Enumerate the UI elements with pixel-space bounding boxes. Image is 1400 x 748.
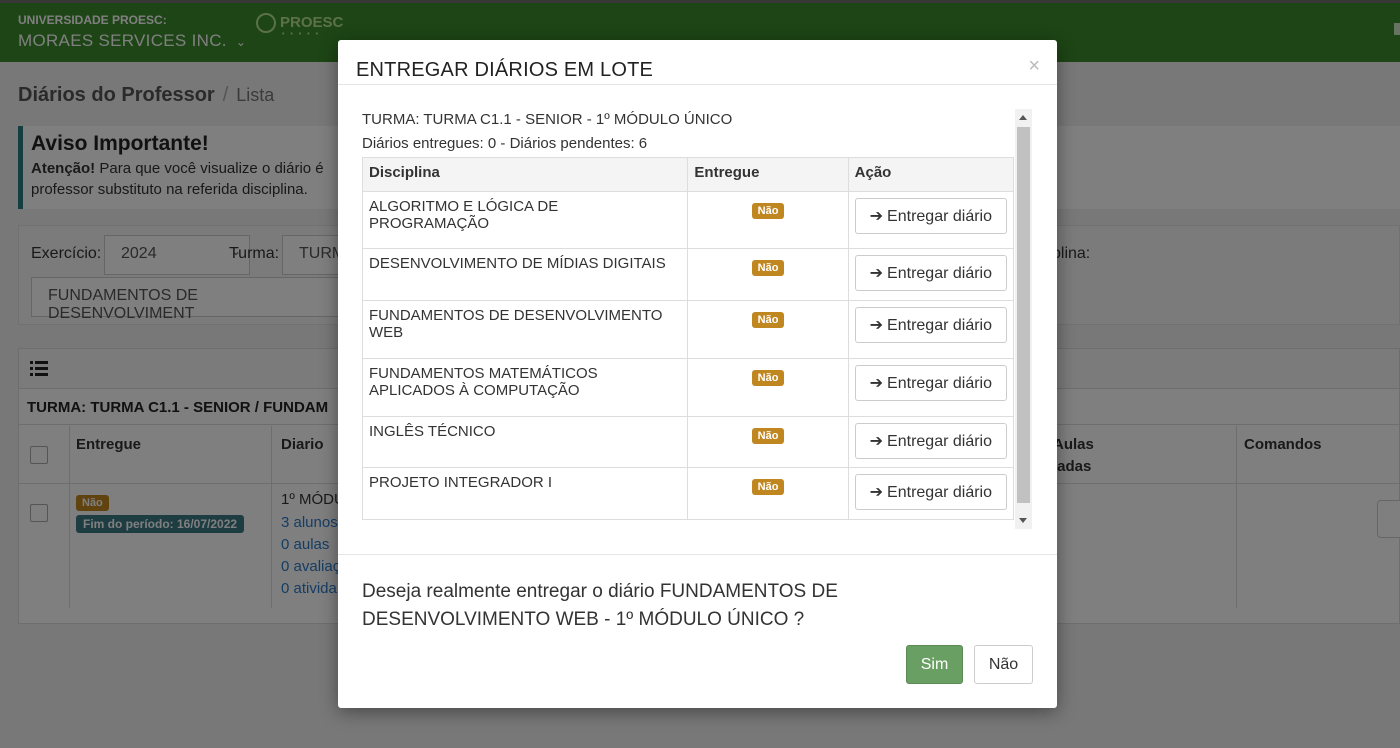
table-header-row: Disciplina Entregue Ação [362, 157, 1015, 192]
status-badge: Não [751, 428, 785, 444]
close-icon[interactable]: × [1028, 55, 1040, 78]
col-acao: Ação [847, 157, 1015, 192]
modal-divider [338, 554, 1057, 555]
batch-delivery-modal: ENTREGAR DIÁRIOS EM LOTE × TURMA: TURMA … [338, 40, 1057, 708]
deliver-diary-button[interactable]: ➔ Entregar diário [854, 198, 1007, 234]
table-row: DESENVOLVIMENTO DE MÍDIAS DIGITAIS Não ➔… [362, 248, 1015, 301]
discipline-name: INGLÊS TÉCNICO [362, 416, 689, 468]
col-disciplina: Disciplina [362, 157, 689, 192]
status-badge: Não [751, 203, 785, 219]
discipline-name: DESENVOLVIMENTO DE MÍDIAS DIGITAIS [362, 248, 689, 301]
delivered-cell: Não [687, 416, 849, 468]
action-cell: ➔ Entregar diário [847, 191, 1015, 249]
scroll-down-icon[interactable] [1019, 518, 1027, 523]
table-row: INGLÊS TÉCNICO Não ➔ Entregar diário [362, 416, 1015, 468]
confirm-message: Deseja realmente entregar o diário FUNDA… [362, 581, 838, 630]
table-row: FUNDAMENTOS MATEMÁTICOS APLICADOS À COMP… [362, 358, 1015, 417]
discipline-name: PROJETO INTEGRADOR I [362, 467, 689, 520]
delivered-cell: Não [687, 467, 849, 520]
action-cell: ➔ Entregar diário [847, 416, 1015, 468]
action-cell: ➔ Entregar diário [847, 300, 1015, 359]
confirm-no-button[interactable]: Não [974, 645, 1033, 684]
status-badge: Não [751, 370, 785, 386]
scrollbar-thumb[interactable] [1017, 127, 1030, 503]
modal-scrollbar[interactable] [1015, 109, 1032, 529]
arrow-right-icon: ➔ [869, 317, 884, 334]
discipline-name: ALGORITMO E LÓGICA DE PROGRAMAÇÃO [362, 191, 689, 249]
modal-title: ENTREGAR DIÁRIOS EM LOTE [356, 59, 654, 81]
arrow-right-icon: ➔ [869, 484, 884, 501]
arrow-right-icon: ➔ [869, 265, 884, 282]
discipline-name: FUNDAMENTOS MATEMÁTICOS APLICADOS À COMP… [362, 358, 689, 417]
status-badge: Não [751, 260, 785, 276]
action-cell: ➔ Entregar diário [847, 248, 1015, 301]
status-badge: Não [751, 479, 785, 495]
confirm-yes-button[interactable]: Sim [906, 645, 963, 684]
delivery-summary: Diários entregues: 0 - Diários pendentes… [362, 135, 648, 152]
action-cell: ➔ Entregar diário [847, 358, 1015, 417]
table-row: FUNDAMENTOS DE DESENVOLVIMENTO WEB Não ➔… [362, 300, 1015, 359]
disciplines-table: Disciplina Entregue Ação ALGORITMO E LÓG… [362, 157, 1015, 520]
deliver-diary-button[interactable]: ➔ Entregar diário [854, 474, 1007, 510]
status-badge: Não [751, 312, 785, 328]
col-entregue: Entregue [687, 157, 849, 192]
delivered-cell: Não [687, 191, 849, 249]
arrow-right-icon: ➔ [869, 208, 884, 225]
deliver-diary-button[interactable]: ➔ Entregar diário [854, 365, 1007, 401]
scroll-up-icon[interactable] [1019, 115, 1027, 120]
delivered-cell: Não [687, 358, 849, 417]
modal-scroll-area[interactable]: TURMA: TURMA C1.1 - SENIOR - 1º MÓDULO Ú… [362, 109, 1032, 529]
delivered-cell: Não [687, 300, 849, 359]
deliver-diary-button[interactable]: ➔ Entregar diário [854, 255, 1007, 291]
delivered-cell: Não [687, 248, 849, 301]
discipline-name: FUNDAMENTOS DE DESENVOLVIMENTO WEB [362, 300, 689, 359]
deliver-diary-button[interactable]: ➔ Entregar diário [854, 307, 1007, 343]
table-row: ALGORITMO E LÓGICA DE PROGRAMAÇÃO Não ➔ E… [362, 191, 1015, 249]
deliver-diary-button[interactable]: ➔ Entregar diário [854, 423, 1007, 459]
table-row: PROJETO INTEGRADOR I Não ➔ Entregar diári… [362, 467, 1015, 520]
turma-label: TURMA: TURMA C1.1 - SENIOR - 1º MÓDULO Ú… [362, 111, 733, 128]
action-cell: ➔ Entregar diário [847, 467, 1015, 520]
arrow-right-icon: ➔ [869, 375, 884, 392]
modal-divider [338, 84, 1057, 85]
arrow-right-icon: ➔ [869, 433, 884, 450]
